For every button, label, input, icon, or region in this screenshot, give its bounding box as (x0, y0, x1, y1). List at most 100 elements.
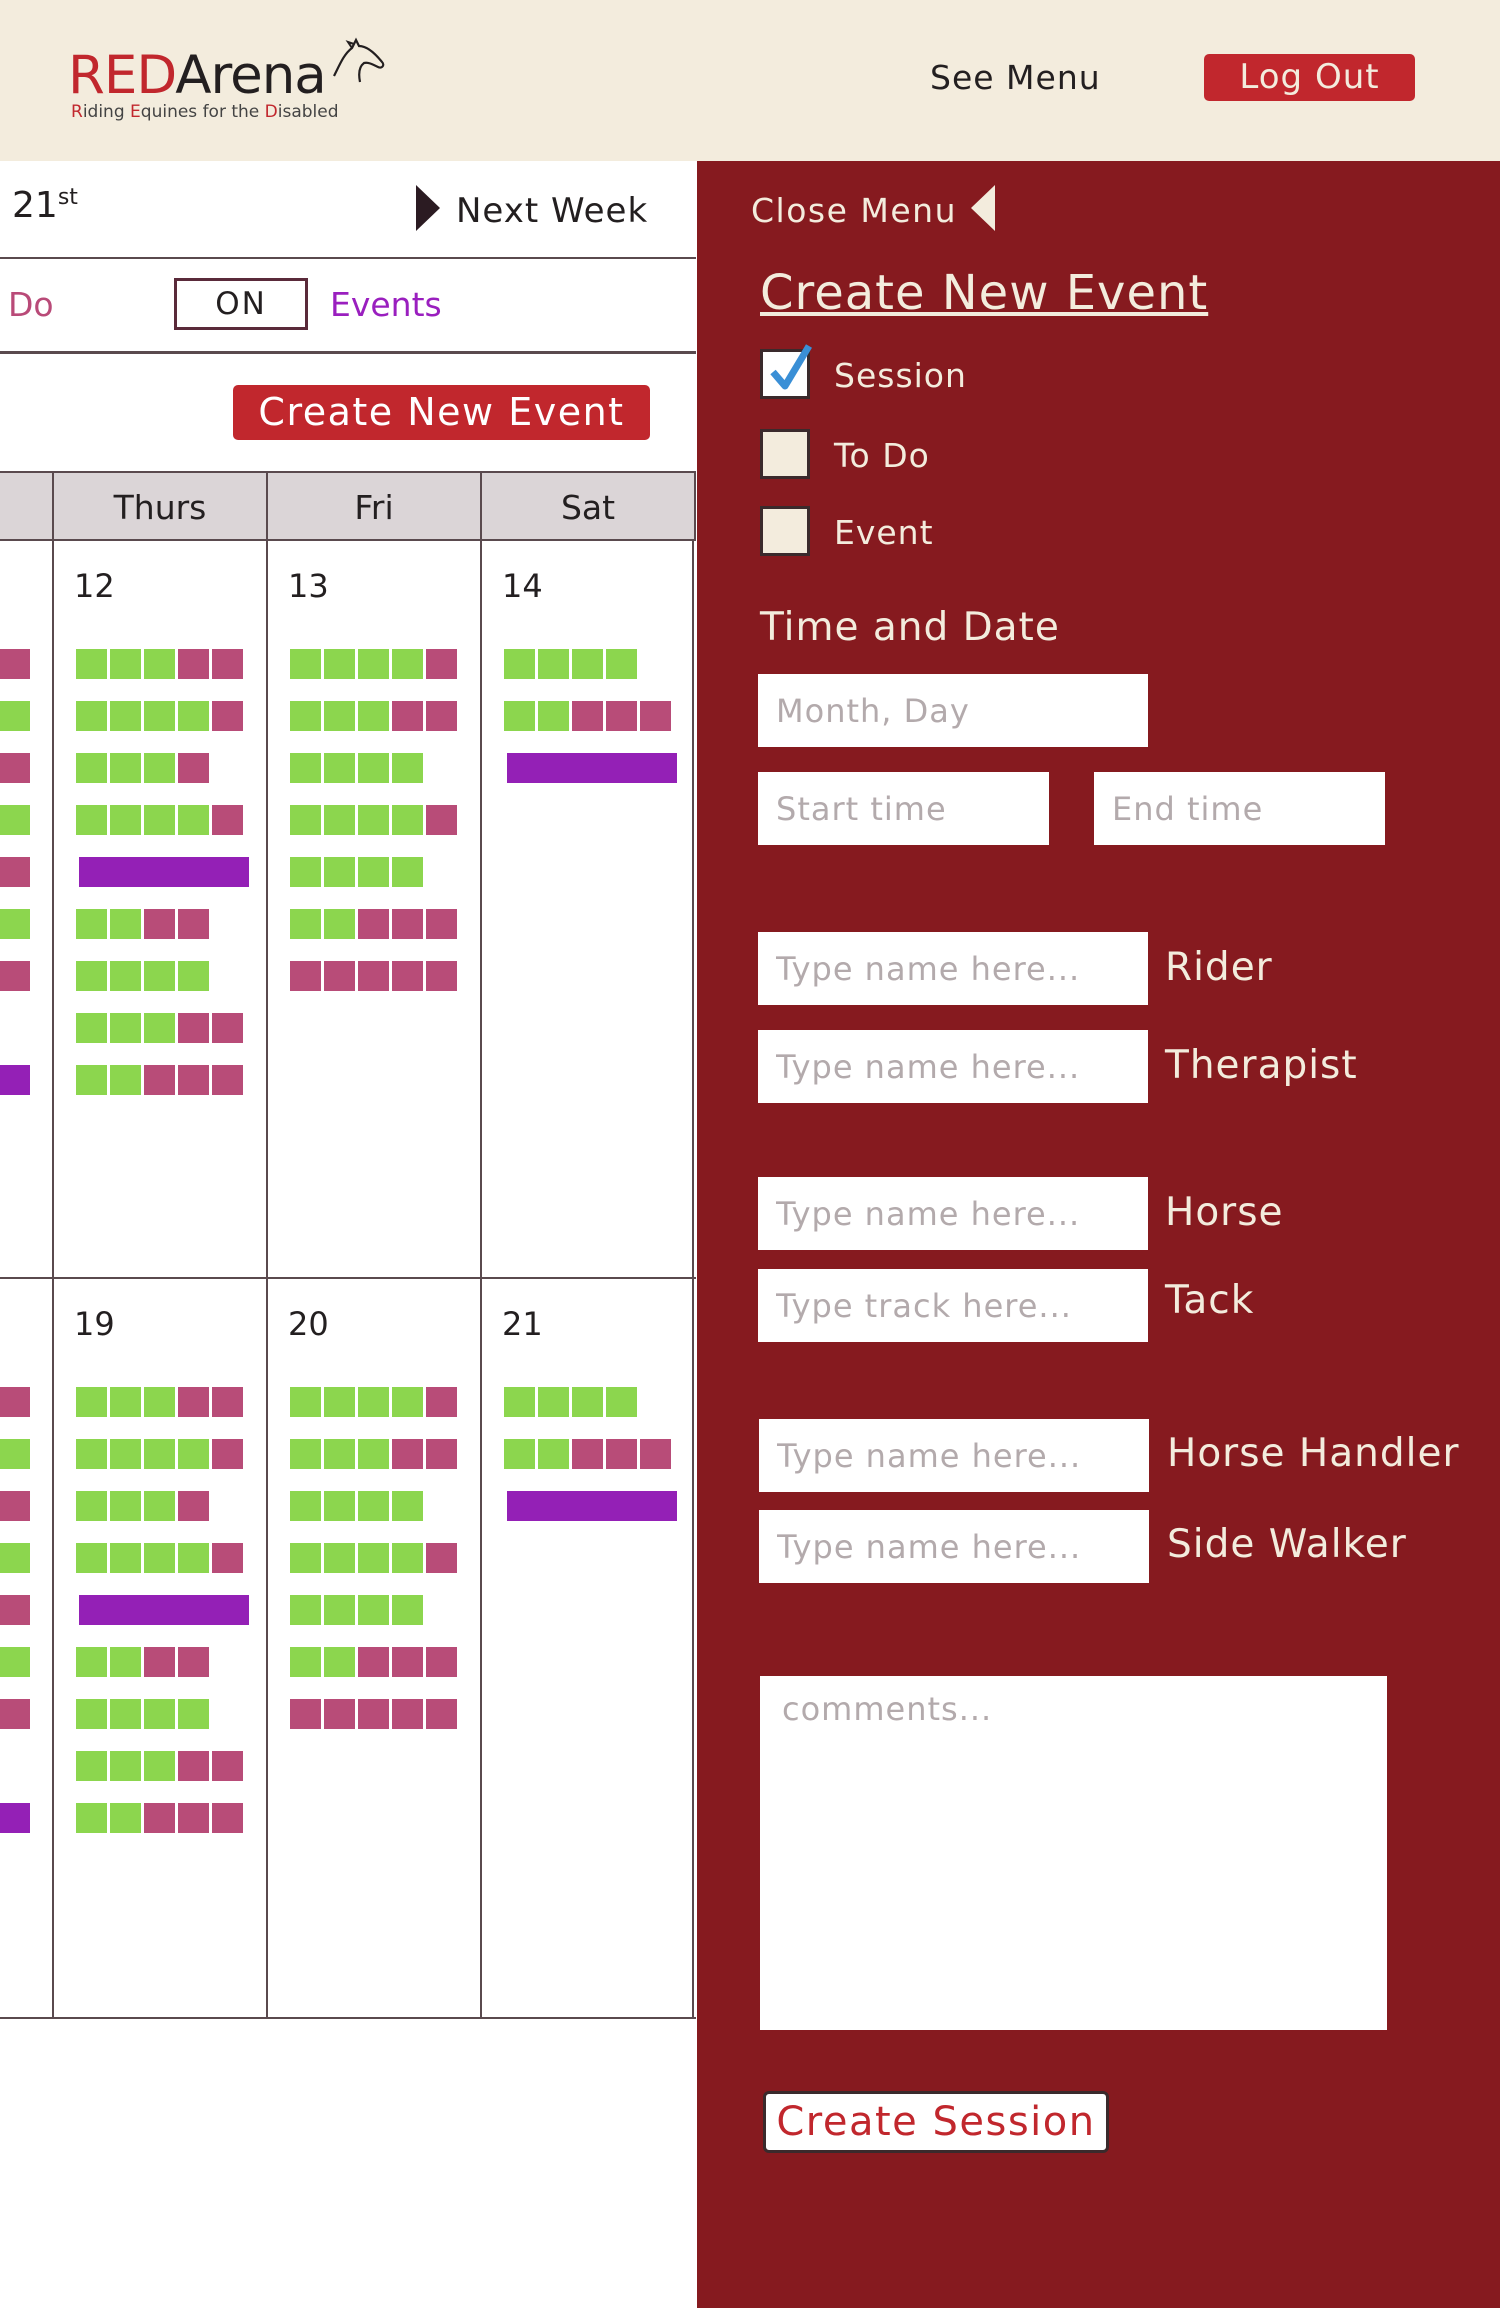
session-slot-booked[interactable] (426, 1699, 457, 1729)
session-slot-open[interactable] (110, 1065, 141, 1095)
session-slot-partial[interactable] (0, 805, 30, 835)
session-slot-booked[interactable] (144, 1065, 175, 1095)
session-slot-open[interactable] (76, 1491, 107, 1521)
session-slot-open[interactable] (110, 805, 141, 835)
session-slot-open[interactable] (144, 701, 175, 731)
session-slot-open[interactable] (144, 961, 175, 991)
session-slot-open[interactable] (606, 1387, 637, 1417)
filter-toggle-on[interactable]: ON (174, 278, 308, 330)
session-slot-booked[interactable] (178, 1803, 209, 1833)
side-walker-input[interactable] (759, 1510, 1149, 1583)
session-slot-open[interactable] (110, 1491, 141, 1521)
session-slot-open[interactable] (110, 1439, 141, 1469)
session-slot-open[interactable] (76, 1751, 107, 1781)
session-slot-partial[interactable] (0, 1387, 30, 1417)
session-slot-open[interactable] (324, 857, 355, 887)
session-slot-open[interactable] (76, 701, 107, 731)
session-slot-partial[interactable] (0, 649, 30, 679)
session-slot-booked[interactable] (358, 909, 389, 939)
session-slot-partial[interactable] (0, 857, 30, 887)
session-slot-booked[interactable] (212, 1751, 243, 1781)
month-day-input[interactable] (758, 674, 1148, 747)
session-slot-partial[interactable] (0, 1595, 30, 1625)
session-slot-open[interactable] (358, 701, 389, 731)
session-slot-open[interactable] (110, 753, 141, 783)
session-slot-open[interactable] (290, 1439, 321, 1469)
session-slot-booked[interactable] (426, 701, 457, 731)
session-slot-booked[interactable] (358, 961, 389, 991)
session-slot-open[interactable] (392, 649, 423, 679)
session-slot-open[interactable] (290, 1595, 321, 1625)
session-slot-open[interactable] (290, 909, 321, 939)
session-slot-booked[interactable] (178, 1751, 209, 1781)
filter-events[interactable]: Events (330, 285, 442, 324)
session-slot-open[interactable] (178, 961, 209, 991)
session-slot-open[interactable] (76, 805, 107, 835)
day-cell[interactable]: 13 (266, 541, 480, 1277)
create-session-button[interactable]: Create Session (763, 2091, 1109, 2153)
session-slot-open[interactable] (290, 1491, 321, 1521)
session-slot-open[interactable] (144, 1439, 175, 1469)
session-slot-open[interactable] (178, 1439, 209, 1469)
session-slot-booked[interactable] (212, 1065, 243, 1095)
session-slot-open[interactable] (358, 1595, 389, 1625)
session-slot-partial[interactable] (0, 1543, 30, 1573)
session-slot-booked[interactable] (144, 909, 175, 939)
session-slot-open[interactable] (110, 1387, 141, 1417)
session-slot-open[interactable] (392, 1543, 423, 1573)
session-slot-open[interactable] (504, 701, 535, 731)
next-week-arrow-icon[interactable] (416, 185, 440, 231)
session-slot-booked[interactable] (426, 961, 457, 991)
session-slot-booked[interactable] (324, 1699, 355, 1729)
session-slot-open[interactable] (392, 1491, 423, 1521)
day-cell[interactable]: 20 (266, 1279, 480, 2017)
event-checkbox[interactable] (760, 506, 810, 556)
session-slot-open[interactable] (324, 1647, 355, 1677)
session-slot-booked[interactable] (426, 649, 457, 679)
red-arena-logo[interactable]: REDArena Riding Equines for the Disabled (68, 37, 398, 134)
session-slot-open[interactable] (290, 1543, 321, 1573)
session-slot-booked[interactable] (358, 1699, 389, 1729)
session-slot-booked[interactable] (324, 961, 355, 991)
session-slot-booked[interactable] (426, 909, 457, 939)
session-slot-open[interactable] (324, 701, 355, 731)
session-slot-partial[interactable] (0, 909, 30, 939)
session-slot-booked[interactable] (572, 1439, 603, 1469)
session-slot-open[interactable] (110, 1647, 141, 1677)
session-slot-booked[interactable] (392, 1699, 423, 1729)
session-slot-open[interactable] (178, 1699, 209, 1729)
session-slot-open[interactable] (358, 1387, 389, 1417)
session-slot-open[interactable] (144, 805, 175, 835)
session-slot-booked[interactable] (178, 1387, 209, 1417)
session-slot-booked[interactable] (606, 1439, 637, 1469)
session-slot-booked[interactable] (178, 649, 209, 679)
session-slot-open[interactable] (110, 1751, 141, 1781)
session-slot-open[interactable] (324, 1595, 355, 1625)
session-slot-open[interactable] (504, 1387, 535, 1417)
session-slot-booked[interactable] (212, 701, 243, 731)
session-slot-open[interactable] (144, 1013, 175, 1043)
session-slot-partial[interactable] (0, 1699, 30, 1729)
session-slot-open[interactable] (110, 909, 141, 939)
session-slot-partial[interactable] (0, 1491, 30, 1521)
session-slot-open[interactable] (358, 1439, 389, 1469)
session-slot-open[interactable] (324, 909, 355, 939)
session-slot-booked[interactable] (358, 1647, 389, 1677)
session-slot-booked[interactable] (212, 1803, 243, 1833)
session-slot-partial[interactable] (0, 701, 30, 731)
session-slot-booked[interactable] (426, 1543, 457, 1573)
session-slot-open[interactable] (324, 753, 355, 783)
session-slot-booked[interactable] (178, 753, 209, 783)
session-slot-open[interactable] (178, 701, 209, 731)
session-slot-booked[interactable] (178, 1013, 209, 1043)
session-slot-open[interactable] (76, 1647, 107, 1677)
session-slot-open[interactable] (178, 1543, 209, 1573)
session-slot-booked[interactable] (392, 909, 423, 939)
tack-input[interactable] (758, 1269, 1148, 1342)
rider-input[interactable] (758, 932, 1148, 1005)
session-slot-open[interactable] (76, 649, 107, 679)
session-slot-open[interactable] (392, 805, 423, 835)
horse-input[interactable] (758, 1177, 1148, 1250)
day-cell[interactable]: 19 (52, 1279, 266, 2017)
end-time-input[interactable] (1094, 772, 1385, 845)
